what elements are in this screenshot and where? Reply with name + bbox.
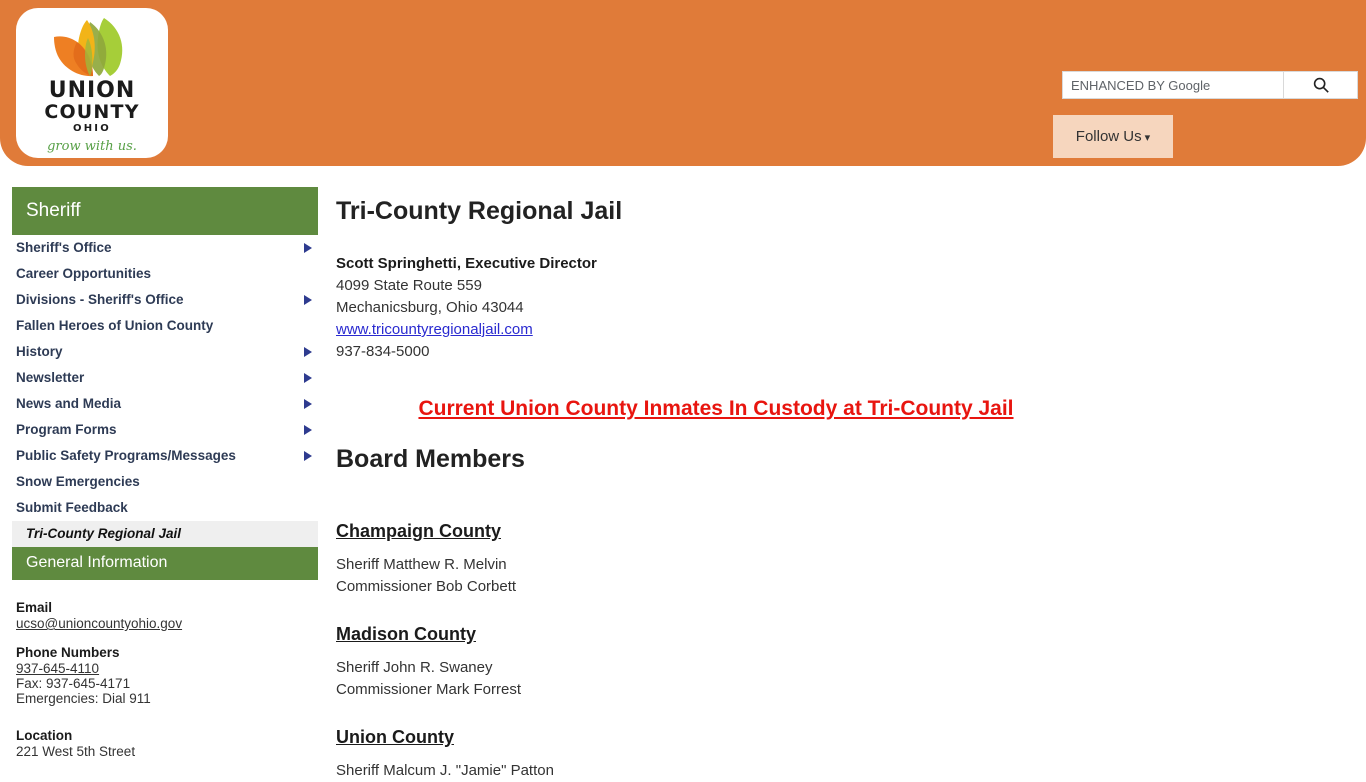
county-members-madison: Sheriff John R. Swaney Commissioner Mark…	[336, 657, 1346, 701]
member-name: Commissioner Mark Forrest	[336, 680, 522, 698]
site-header: UNION COUNTY OHIO grow with us. Follow U…	[0, 0, 1366, 166]
address-line-2: Mechanicsburg, Ohio 43044	[336, 299, 524, 316]
phone-numbers-label: Phone Numbers	[16, 645, 120, 660]
follow-us-button[interactable]: Follow Us ▾	[1053, 115, 1173, 158]
sidebar-item-news-and-media[interactable]: News and Media	[12, 391, 318, 417]
sidebar-item-career-opportunities[interactable]: Career Opportunities	[12, 261, 318, 287]
follow-us-label: Follow Us	[1075, 128, 1142, 145]
sidebar-item-label: Sheriff's Office	[16, 240, 112, 255]
sidebar-item-public-safety[interactable]: Public Safety Programs/Messages	[12, 443, 318, 469]
board-members-title: Board Members	[336, 445, 525, 473]
logo-line-union: UNION	[48, 78, 136, 103]
chevron-right-icon	[304, 243, 312, 253]
sidebar-item-label: Career Opportunities	[16, 266, 152, 281]
county-members-champaign: Sheriff Matthew R. Melvin Commissioner B…	[336, 554, 1346, 598]
logo-line-ohio: OHIO	[73, 123, 111, 134]
member-name: Sheriff Malcum J. "Jamie" Patton	[336, 761, 554, 779]
sidebar-item-label: Submit Feedback	[16, 500, 128, 515]
phone-link[interactable]: 937-645-4110	[16, 661, 318, 676]
member-name: Sheriff Matthew R. Melvin	[336, 555, 507, 573]
sidebar-contact-block: Email ucso@unioncountyohio.gov Phone Num…	[12, 600, 318, 759]
executive-director-name: Scott Springhetti, Executive Director	[336, 255, 597, 272]
tulip-leaves-logo-icon	[54, 18, 123, 77]
member-name: Sheriff John R. Swaney	[336, 658, 493, 676]
sidebar-title: Sheriff	[12, 187, 318, 235]
jail-phone: 937-834-5000	[336, 343, 430, 360]
sidebar-item-label: Public Safety Programs/Messages	[16, 448, 236, 463]
sidebar-item-newsletter[interactable]: Newsletter	[12, 365, 318, 391]
search-button[interactable]	[1284, 71, 1358, 99]
search-input[interactable]	[1062, 71, 1284, 99]
sidebar-item-label: Newsletter	[16, 370, 85, 385]
chevron-down-icon: ▾	[1144, 132, 1151, 144]
page-title: Tri-County Regional Jail	[336, 197, 623, 225]
sidebar-nav: Sheriff's Office Career Opportunities Di…	[12, 235, 318, 580]
sidebar-item-label: News and Media	[16, 396, 122, 411]
sidebar-item-label: Program Forms	[16, 422, 117, 437]
county-heading-madison[interactable]: Madison County	[336, 624, 476, 645]
sidebar-item-divisions[interactable]: Divisions - Sheriff's Office	[12, 287, 318, 313]
chevron-right-icon	[304, 399, 312, 409]
email-link[interactable]: ucso@unioncountyohio.gov	[16, 616, 318, 631]
sidebar-item-tri-county-regional-jail[interactable]: Tri-County Regional Jail	[12, 521, 318, 547]
county-group-madison: Madison County Sheriff John R. Swaney Co…	[336, 598, 1346, 701]
county-group-champaign: Champaign County Sheriff Matthew R. Melv…	[336, 495, 1346, 598]
sidebar: Sheriff Sheriff's Office Career Opportun…	[12, 187, 318, 759]
location-label: Location	[16, 728, 73, 743]
chevron-right-icon	[304, 373, 312, 383]
sidebar-item-general-information[interactable]: General Information	[12, 547, 318, 580]
logo-wordmark: UNION COUNTY OHIO grow with us.	[44, 78, 140, 154]
sidebar-item-snow-emergencies[interactable]: Snow Emergencies	[12, 469, 318, 495]
fax-number: Fax: 937-645-4171	[16, 676, 131, 691]
county-heading-champaign[interactable]: Champaign County	[336, 521, 501, 542]
sidebar-item-program-forms[interactable]: Program Forms	[12, 417, 318, 443]
sidebar-item-label: Fallen Heroes of Union County	[16, 318, 214, 333]
union-county-logo[interactable]: UNION COUNTY OHIO grow with us.	[16, 8, 168, 158]
search-form	[1062, 71, 1358, 99]
chevron-right-icon	[304, 425, 312, 435]
logo-line-county: COUNTY	[44, 101, 140, 123]
sidebar-item-history[interactable]: History	[12, 339, 318, 365]
sidebar-item-label: History	[16, 344, 63, 359]
county-members-union: Sheriff Malcum J. "Jamie" Patton	[336, 760, 1346, 782]
county-group-union: Union County Sheriff Malcum J. "Jamie" P…	[336, 701, 1346, 782]
emergency-number: Emergencies: Dial 911	[16, 691, 151, 706]
address-line-1: 4099 State Route 559	[336, 277, 482, 294]
search-icon	[1313, 77, 1329, 93]
chevron-right-icon	[304, 451, 312, 461]
chevron-right-icon	[304, 295, 312, 305]
chevron-right-icon	[304, 347, 312, 357]
sidebar-item-fallen-heroes[interactable]: Fallen Heroes of Union County	[12, 313, 318, 339]
inmates-link-row: Current Union County Inmates In Custody …	[336, 397, 1346, 421]
current-inmates-link[interactable]: Current Union County Inmates In Custody …	[418, 397, 1013, 420]
main-content: Tri-County Regional Jail Scott Springhet…	[336, 187, 1346, 782]
county-heading-union[interactable]: Union County	[336, 727, 454, 748]
logo-tagline: grow with us.	[47, 139, 137, 154]
location-address: 221 West 5th Street	[16, 744, 136, 759]
email-label: Email	[16, 600, 53, 615]
jail-website-link[interactable]: www.tricountyregionaljail.com	[336, 319, 533, 341]
sidebar-item-label: Divisions - Sheriff's Office	[16, 292, 184, 307]
sidebar-item-submit-feedback[interactable]: Submit Feedback	[12, 495, 318, 521]
sidebar-item-sheriffs-office[interactable]: Sheriff's Office	[12, 235, 318, 261]
sidebar-item-label: Snow Emergencies	[16, 474, 140, 489]
member-name: Commissioner Bob Corbett	[336, 577, 517, 595]
